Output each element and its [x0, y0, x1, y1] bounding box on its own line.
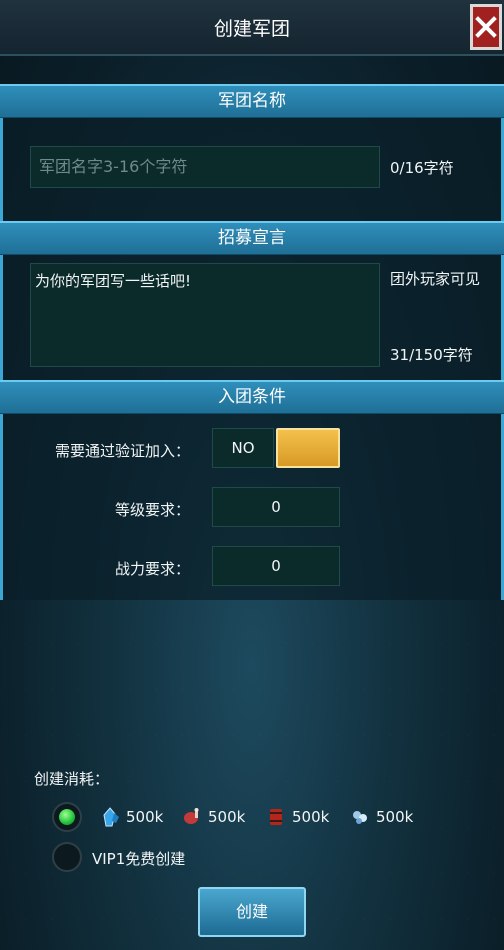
cost-resource-meat: 500k [182, 806, 245, 828]
gem-icon [353, 811, 367, 824]
verify-toggle-value[interactable]: NO [212, 428, 274, 468]
cost-amount: 500k [292, 808, 330, 826]
close-icon [475, 16, 497, 38]
cost-resource-crystal: 500k [100, 806, 163, 828]
cost-amount: 500k [126, 808, 164, 826]
cost-resource-gem: 500k [350, 806, 413, 828]
cost-label: 创建消耗： [34, 770, 110, 788]
cost-amount: 500k [208, 808, 246, 826]
declaration-char-count: 31/150字符 [390, 346, 473, 364]
verify-label: 需要通过验证加入： [54, 442, 190, 460]
title-bar: 创建军团 [0, 0, 504, 56]
meat-icon [184, 808, 199, 824]
barrel-icon [270, 809, 282, 825]
cost-resource-barrel: 500k [266, 806, 329, 828]
page-title: 创建军团 [213, 18, 290, 40]
declaration-section-header: 招募宣言 [0, 221, 504, 255]
verify-toggle-switch[interactable] [276, 428, 340, 468]
power-requirement-input[interactable]: 0 [212, 546, 340, 586]
create-button[interactable]: 创建 [198, 887, 306, 937]
crystal-icon [103, 807, 119, 827]
declaration-textarea[interactable]: 为你的军团写一些话吧! [30, 263, 380, 367]
name-section-header: 军团名称 [0, 84, 504, 118]
level-requirement-input[interactable]: 0 [212, 487, 340, 527]
cost-amount: 500k [376, 808, 414, 826]
name-char-count: 0/16字符 [390, 159, 454, 177]
legion-name-input[interactable]: 军团名字3-16个字符 [30, 146, 380, 188]
level-label: 等级要求： [114, 501, 190, 519]
resource-payment-radio[interactable] [52, 802, 82, 832]
declaration-visibility: 团外玩家可见 [390, 270, 481, 288]
vip-free-label: VIP1免费创建 [92, 850, 186, 868]
conditions-section-header: 入团条件 [0, 380, 504, 414]
power-label: 战力要求： [114, 560, 190, 578]
vip-free-radio[interactable] [52, 842, 82, 872]
close-button[interactable] [470, 4, 502, 50]
